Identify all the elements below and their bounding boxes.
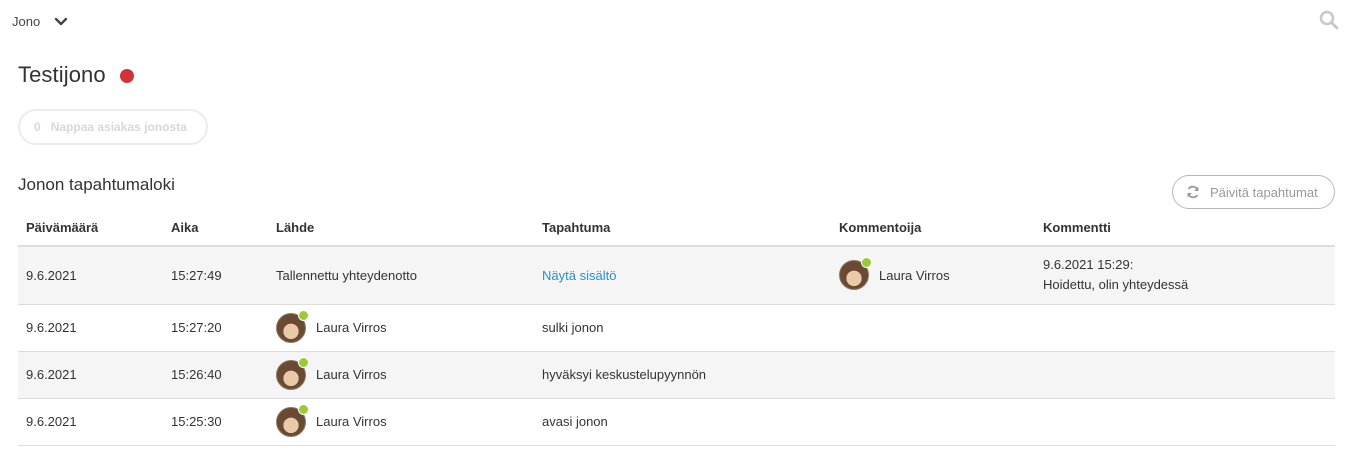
table-row: 9.6.2021 15:25:30 Laura Virros avasi jon…: [18, 398, 1335, 446]
table-row: 9.6.2021 15:27:49 Tallennettu yhteydenot…: [18, 246, 1335, 305]
queue-selector[interactable]: Jono: [12, 14, 68, 29]
online-status-indicator: [861, 257, 872, 269]
user-name: Laura Virros: [879, 267, 950, 283]
cell-event: Näytä sisältö: [534, 246, 831, 305]
avatar: [276, 356, 309, 390]
cell-comment: [1035, 304, 1335, 352]
cell-comment: [1035, 398, 1335, 446]
page-title: Testijono: [18, 62, 106, 87]
search-icon[interactable]: [1318, 9, 1340, 31]
queue-status-indicator: [119, 69, 134, 83]
cell-time: 15:26:40: [163, 351, 268, 399]
queue-count: 0: [34, 120, 41, 134]
top-bar: Jono: [0, 0, 1345, 44]
cell-source: Laura Virros: [268, 398, 534, 446]
refresh-events-button[interactable]: Päivitä tapahtumat: [1172, 175, 1335, 209]
cell-time: 15:27:20: [163, 304, 268, 352]
queue-selector-label: Jono: [12, 14, 41, 29]
column-header-commenter: Kommentoija: [831, 210, 1035, 247]
cell-event: avasi jonon: [534, 398, 831, 446]
event-log-title: Jonon tapahtumaloki: [18, 175, 175, 194]
grab-customer-label: Nappaa asiakas jonosta: [50, 120, 187, 134]
column-header-event: Tapahtuma: [534, 210, 831, 247]
avatar: [839, 257, 872, 291]
user-name: Laura Virros: [316, 414, 387, 429]
column-header-comment: Kommentti: [1035, 210, 1335, 247]
grab-customer-button[interactable]: 0 Nappaa asiakas jonosta: [18, 109, 208, 145]
table-row: 9.6.2021 15:27:20 Laura Virros sulki jon…: [18, 304, 1335, 352]
title-row: Testijono: [18, 62, 134, 88]
online-status-indicator: [298, 403, 309, 415]
user-name: Laura Virros: [316, 367, 387, 382]
table-header-row: Päivämäärä Aika Lähde Tapahtuma Kommento…: [18, 210, 1335, 247]
cell-comment: 9.6.2021 15:29: Hoidettu, olin yhteydess…: [1035, 246, 1335, 305]
user: Laura Virros: [276, 356, 526, 390]
cell-commenter: [831, 304, 1035, 352]
cell-date: 9.6.2021: [18, 246, 163, 305]
avatar: [276, 403, 309, 437]
column-header-source: Lähde: [268, 210, 534, 247]
cell-time: 15:27:49: [163, 246, 268, 305]
cell-date: 9.6.2021: [18, 398, 163, 446]
user: Laura Virros: [276, 403, 526, 437]
column-header-time: Aika: [163, 210, 268, 247]
avatar: [276, 309, 309, 343]
cell-comment: [1035, 351, 1335, 399]
refresh-events-label: Päivitä tapahtumat: [1210, 184, 1318, 200]
user: Laura Virros: [839, 257, 1027, 291]
user-name: Laura Virros: [316, 320, 387, 335]
table-row: 9.6.2021 15:26:40 Laura Virros hyväksyi …: [18, 351, 1335, 399]
comment-timestamp: 9.6.2021 15:29:: [1043, 257, 1134, 273]
show-content-link[interactable]: Näytä sisältö: [542, 268, 616, 283]
event-log-table: Päivämäärä Aika Lähde Tapahtuma Kommento…: [18, 210, 1335, 446]
cell-commenter: [831, 351, 1035, 399]
online-status-indicator: [298, 356, 309, 368]
cell-event: hyväksyi keskustelupyynnön: [534, 351, 831, 399]
chevron-down-icon: [54, 15, 68, 29]
cell-source: Laura Virros: [268, 304, 534, 352]
cell-event: sulki jonon: [534, 304, 831, 352]
cell-time: 15:25:30: [163, 398, 268, 446]
column-header-date: Päivämäärä: [18, 210, 163, 247]
cell-date: 9.6.2021: [18, 304, 163, 352]
comment-text: Hoidettu, olin yhteydessä: [1043, 277, 1189, 293]
user: Laura Virros: [276, 309, 526, 343]
cell-commenter: Laura Virros: [831, 246, 1035, 305]
online-status-indicator: [298, 309, 309, 321]
refresh-icon: [1186, 185, 1200, 199]
cell-source: Tallennettu yhteydenotto: [268, 246, 534, 305]
cell-commenter: [831, 398, 1035, 446]
cell-date: 9.6.2021: [18, 351, 163, 399]
cell-source: Laura Virros: [268, 351, 534, 399]
